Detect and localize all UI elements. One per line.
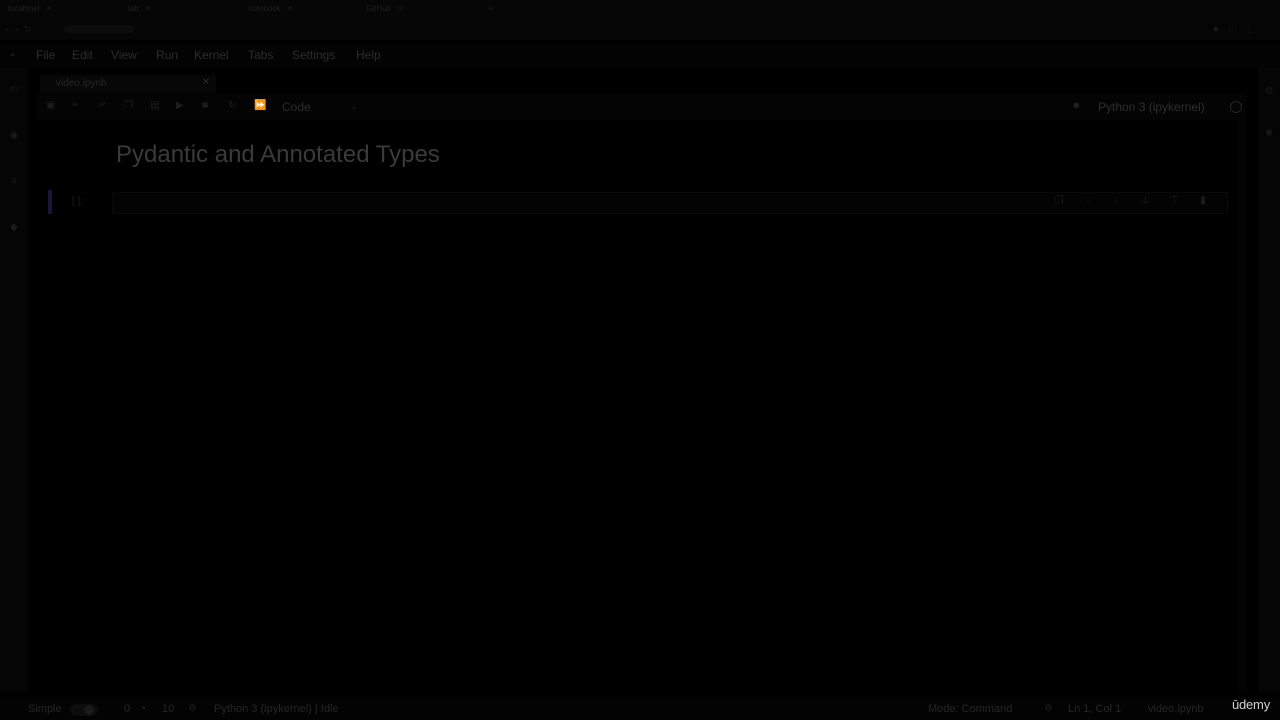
browser-tab-label: localhost <box>8 4 40 13</box>
cell-toolbar: ❐ ↑ ↓ ⊥ ⊤ ▮ <box>1040 195 1210 206</box>
move-down-icon[interactable]: ↓ <box>1110 195 1124 206</box>
menubar: ◔ <box>0 44 1280 68</box>
save-icon[interactable]: ▣ <box>46 100 55 111</box>
menu-view[interactable]: View <box>111 48 137 62</box>
udemy-logo: ūdemy <box>1231 697 1270 712</box>
menu-help[interactable]: Help <box>356 48 381 62</box>
browser-tab-label: GitHub <box>366 4 391 13</box>
menu-tabs[interactable]: Tabs <box>248 48 273 62</box>
active-cell-marker <box>48 190 52 214</box>
left-sidebar: ▭ ◉ ≡ ◆ <box>0 68 28 692</box>
simple-mode-toggle[interactable] <box>70 704 98 716</box>
cut-icon[interactable]: ✂ <box>98 100 106 111</box>
browser-tab-active[interactable]: GitHub ✕ <box>366 4 480 20</box>
fast-forward-icon[interactable]: ⏩ <box>254 100 266 111</box>
right-sidebar: ⚙ ✱ <box>1258 68 1280 692</box>
close-icon[interactable]: ✕ <box>397 4 404 13</box>
cursor-position[interactable]: Ln 1, Col 1 <box>1068 703 1121 715</box>
folder-icon[interactable]: ▭ <box>7 84 21 98</box>
insert-below-icon[interactable]: ⊤ <box>1167 195 1181 206</box>
close-icon[interactable]: ✕ <box>145 4 152 13</box>
scrollbar[interactable] <box>1238 120 1246 692</box>
nav-arrows[interactable]: ‹›↻ <box>6 24 38 35</box>
gear-icon[interactable]: ⚙ <box>188 703 197 714</box>
delete-icon[interactable]: ▮ <box>1196 195 1210 206</box>
copy-icon[interactable]: ❐ <box>124 100 133 111</box>
terminal-icon: ▪ <box>142 703 146 714</box>
close-icon[interactable]: ✕ <box>202 77 210 88</box>
status-count-a: 0 <box>124 703 131 715</box>
settings-icon[interactable]: ⚙ <box>1044 703 1053 714</box>
browser-tab[interactable]: localhost ✕ <box>8 4 118 20</box>
browser-actions[interactable]: ★⋯⋮ <box>1212 24 1262 35</box>
close-icon[interactable]: ✕ <box>46 4 53 13</box>
file-tab-label: video.ipynb <box>56 78 107 89</box>
browser-tab-strip: localhost ✕ lab ✕ notebook ✕ GitHub ✕ + <box>0 0 1280 22</box>
simple-mode-label: Simple <box>28 703 62 715</box>
kernel-status-icon <box>1230 101 1242 113</box>
debugger-icon[interactable]: ✱ <box>1262 128 1276 142</box>
url-field[interactable] <box>64 25 134 33</box>
kernel-name[interactable]: Python 3 (ipykernel) <box>1098 100 1205 114</box>
browser-tab[interactable]: lab ✕ <box>128 4 238 20</box>
browser-tab[interactable]: notebook ✕ <box>248 4 358 20</box>
address-bar: ‹›↻ ★⋯⋮ <box>0 22 1280 40</box>
cell-prompt: [ ]: <box>72 196 84 207</box>
menu-file[interactable]: File <box>36 48 55 62</box>
notebook-toolbar: ▣ + ✂ ❐ ▤ ▶ ■ ↻ ⏩ <box>36 94 1246 120</box>
close-icon[interactable]: ✕ <box>287 4 294 13</box>
plus-icon[interactable]: + <box>488 4 494 15</box>
browser-tab-label: lab <box>128 4 139 13</box>
status-filename: video.ipynb <box>1148 703 1204 715</box>
page-title: Pydantic and Annotated Types <box>116 141 440 168</box>
add-cell-icon[interactable]: + <box>72 100 78 111</box>
toc-icon[interactable]: ≡ <box>7 176 21 190</box>
insert-above-icon[interactable]: ⊥ <box>1138 195 1152 206</box>
menu-run[interactable]: Run <box>156 48 178 62</box>
cell-type-select[interactable]: Code <box>282 100 311 114</box>
running-icon[interactable]: ◉ <box>7 130 21 144</box>
menu-settings[interactable]: Settings <box>292 48 335 62</box>
menu-kernel[interactable]: Kernel <box>194 48 229 62</box>
restart-icon[interactable]: ↻ <box>228 100 236 111</box>
notebook-file-tab[interactable]: video.ipynb ✕ <box>40 75 216 93</box>
mode-indicator: Mode: Command <box>928 703 1013 715</box>
kernel-status[interactable]: Python 3 (ipykernel) | Idle <box>214 703 339 715</box>
menu-edit[interactable]: Edit <box>72 48 93 62</box>
paste-icon[interactable]: ▤ <box>150 100 159 111</box>
extension-icon[interactable]: ◆ <box>7 222 21 236</box>
browser-tab-label: notebook <box>248 4 281 13</box>
chevron-down-icon[interactable]: ⌄ <box>350 101 358 112</box>
property-inspector-icon[interactable]: ⚙ <box>1262 86 1276 100</box>
stop-icon[interactable]: ■ <box>202 100 208 111</box>
run-icon[interactable]: ▶ <box>176 100 184 111</box>
jupyter-logo-icon: ◔ <box>8 50 15 62</box>
move-up-icon[interactable]: ↑ <box>1081 195 1095 206</box>
bug-icon[interactable]: ✹ <box>1072 101 1080 112</box>
status-count-b: 10 <box>162 703 175 715</box>
duplicate-icon[interactable]: ❐ <box>1052 195 1066 206</box>
